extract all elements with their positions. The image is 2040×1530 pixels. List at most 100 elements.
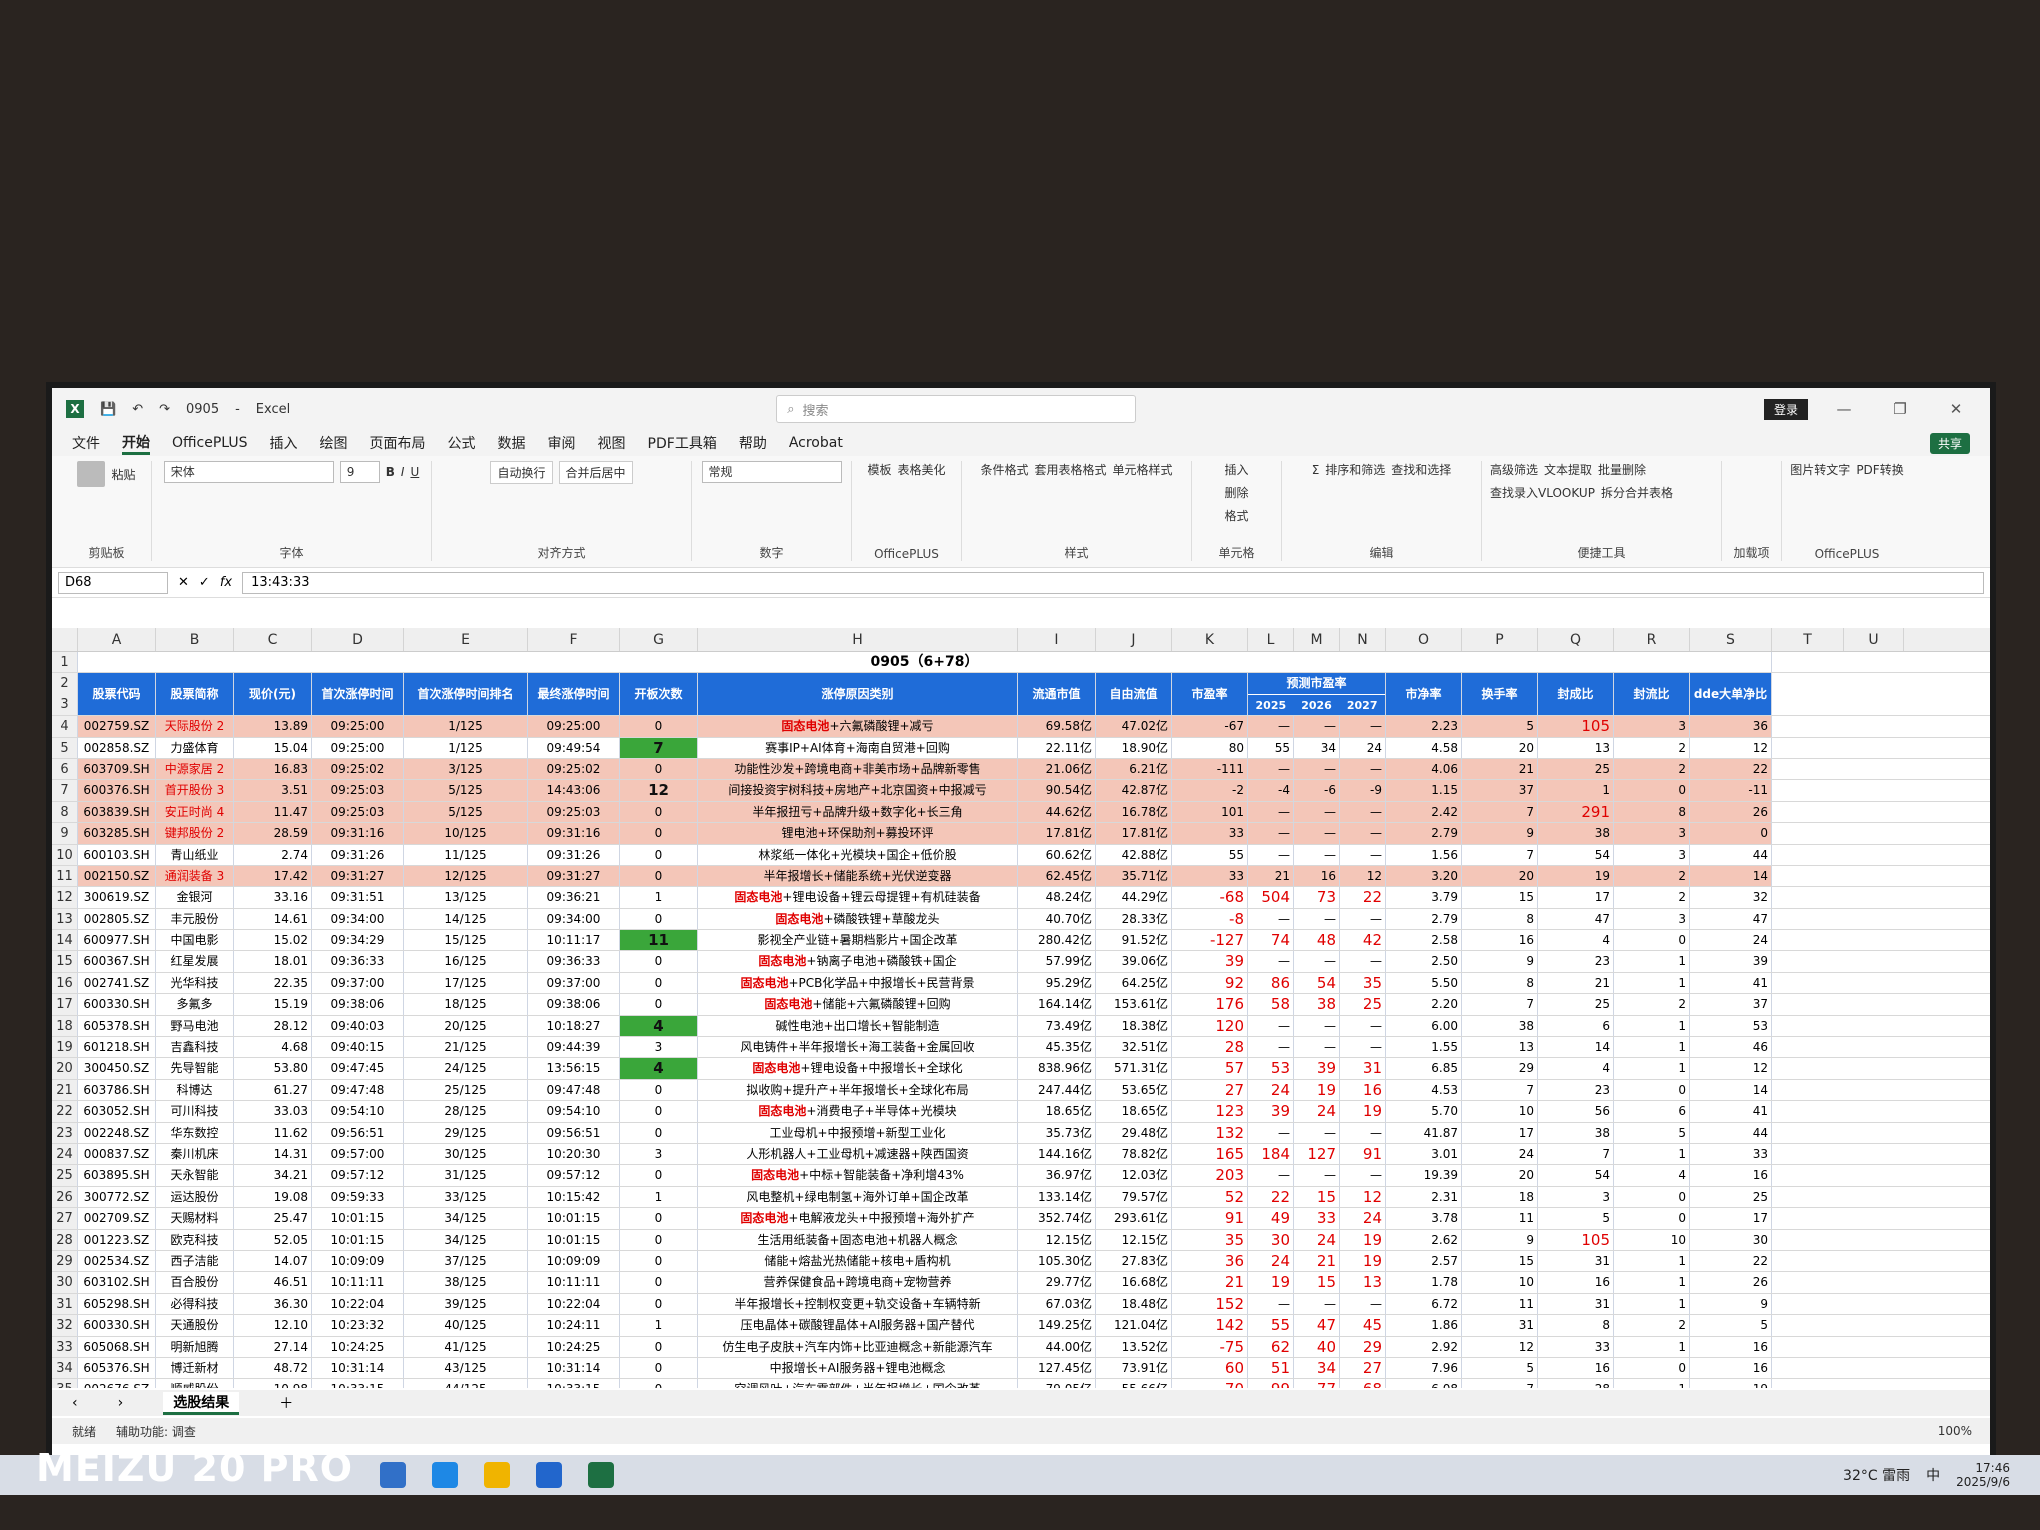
table-cell[interactable]: 47.02亿 xyxy=(1096,716,1172,737)
table-cell[interactable]: 7 xyxy=(1462,1079,1538,1101)
sum-icon[interactable]: Σ xyxy=(1312,463,1320,477)
table-cell[interactable]: 29 xyxy=(1462,1058,1538,1079)
table-cell[interactable]: 09:37:00 xyxy=(528,972,620,994)
column-header[interactable]: B xyxy=(156,628,234,651)
table-cell[interactable]: 09:49:54 xyxy=(528,737,620,758)
table-cell[interactable]: 2 xyxy=(1614,1315,1690,1336)
share-button[interactable]: 共享 xyxy=(1929,432,1970,454)
addin-label[interactable]: 加载项 xyxy=(1733,544,1769,561)
table-cell[interactable]: 603786.SH xyxy=(78,1079,156,1101)
table-cell[interactable]: 4 xyxy=(1538,1058,1614,1079)
table-cell[interactable]: 15.19 xyxy=(234,994,312,1015)
table-cell[interactable]: 2.31 xyxy=(1386,1186,1462,1208)
table-cell[interactable]: 2.23 xyxy=(1386,716,1462,737)
table-cell[interactable]: 101 xyxy=(1172,801,1248,823)
table-cell[interactable]: 25 xyxy=(1690,1186,1772,1208)
table-cell[interactable]: 09:25:03 xyxy=(312,780,404,801)
table-cell[interactable]: 33.16 xyxy=(234,887,312,908)
table-cell[interactable]: 34/125 xyxy=(404,1229,528,1250)
table-cell[interactable]: 13 xyxy=(1340,1272,1386,1293)
table-cell[interactable]: 352.74亿 xyxy=(1018,1208,1096,1229)
menu-tab[interactable]: 插入 xyxy=(270,433,298,453)
table-cell[interactable]: 16.68亿 xyxy=(1096,1272,1172,1293)
table-cell[interactable]: 14.61 xyxy=(234,908,312,930)
table-cell[interactable]: 5 xyxy=(1462,716,1538,737)
table-cell[interactable]: 300619.SZ xyxy=(78,887,156,908)
find-select-button[interactable]: 查找和选择 xyxy=(1391,461,1451,478)
table-cell[interactable]: 12.10 xyxy=(234,1315,312,1336)
table-cell[interactable]: 58 xyxy=(1248,994,1294,1015)
table-cell[interactable]: 41 xyxy=(1690,972,1772,994)
table-cell[interactable]: 3.78 xyxy=(1386,1208,1462,1229)
row-number[interactable]: 1 xyxy=(52,652,78,673)
table-cell[interactable]: 133.14亿 xyxy=(1018,1186,1096,1208)
table-cell[interactable]: 0 xyxy=(620,758,698,780)
reason-cell[interactable]: 半年报增长+控制权变更+轨交设备+车辆特新 xyxy=(698,1293,1018,1315)
table-cell[interactable]: 10:24:25 xyxy=(312,1336,404,1357)
table-cell[interactable]: 600103.SH xyxy=(78,844,156,865)
header-cell[interactable]: 自由流值 xyxy=(1096,673,1172,716)
table-cell[interactable]: 17 xyxy=(1690,1208,1772,1229)
table-cell[interactable]: 17/125 xyxy=(404,972,528,994)
table-cell[interactable]: 5 xyxy=(1614,1122,1690,1143)
table-cell[interactable]: 105 xyxy=(1538,1229,1614,1250)
table-cell[interactable]: 30 xyxy=(1690,1229,1772,1250)
table-cell[interactable]: 41.87 xyxy=(1386,1122,1462,1143)
table-cell[interactable]: 10:01:15 xyxy=(312,1208,404,1229)
table-cell[interactable]: 39 xyxy=(1248,1101,1294,1122)
table-cell[interactable]: 2 xyxy=(1614,887,1690,908)
table-cell[interactable]: 16 xyxy=(1462,930,1538,951)
table-cell[interactable]: 54 xyxy=(1538,844,1614,865)
table-cell[interactable]: 28.12 xyxy=(234,1015,312,1037)
column-header[interactable]: F xyxy=(528,628,620,651)
table-cell[interactable]: 44/125 xyxy=(404,1379,528,1388)
table-cell[interactable]: 35.73亿 xyxy=(1018,1122,1096,1143)
table-cell[interactable]: 2.20 xyxy=(1386,994,1462,1015)
table-cell[interactable]: 33 xyxy=(1172,865,1248,887)
table-cell[interactable]: 3.51 xyxy=(234,780,312,801)
table-cell[interactable]: 09:25:02 xyxy=(312,758,404,780)
header-cell[interactable]: 市净率 xyxy=(1386,673,1462,716)
table-cell[interactable]: 002805.SZ xyxy=(78,908,156,930)
table-cell[interactable]: 8 xyxy=(1462,908,1538,930)
table-cell[interactable]: 29.48亿 xyxy=(1096,1122,1172,1143)
table-cell[interactable]: 74 xyxy=(1248,930,1294,951)
table-cell[interactable]: 天永智能 xyxy=(156,1165,234,1186)
table-cell[interactable]: 19.08 xyxy=(234,1186,312,1208)
table-cell[interactable]: 56 xyxy=(1538,1101,1614,1122)
table-cell[interactable]: 28.33亿 xyxy=(1096,908,1172,930)
number-format-select[interactable]: 常规 xyxy=(701,461,842,483)
table-cell[interactable]: 42.87亿 xyxy=(1096,780,1172,801)
table-cell[interactable]: 64.25亿 xyxy=(1096,972,1172,994)
table-cell[interactable]: 09:47:48 xyxy=(312,1079,404,1101)
add-sheet-icon[interactable]: ＋ xyxy=(279,1393,293,1413)
table-cell[interactable]: 78.82亿 xyxy=(1096,1144,1172,1165)
table-cell[interactable]: 09:31:16 xyxy=(312,823,404,844)
table-cell[interactable]: 21.06亿 xyxy=(1018,758,1096,780)
table-cell[interactable]: 2.79 xyxy=(1386,823,1462,844)
row-number[interactable]: 20 xyxy=(52,1058,78,1079)
table-cell[interactable]: 19 xyxy=(1294,1079,1340,1101)
table-cell[interactable]: 164.14亿 xyxy=(1018,994,1096,1015)
table-cell[interactable]: 27.14 xyxy=(234,1336,312,1357)
table-cell[interactable]: 金银河 xyxy=(156,887,234,908)
table-cell[interactable]: 13 xyxy=(1538,737,1614,758)
reason-cell[interactable]: 空调风叶+汽车零部件+半年报增长+国企改革 xyxy=(698,1379,1018,1388)
table-cell[interactable]: 45.35亿 xyxy=(1018,1037,1096,1058)
table-cell[interactable]: 12 xyxy=(1690,737,1772,758)
table-cell[interactable]: 153.61亿 xyxy=(1096,994,1172,1015)
reason-cell[interactable]: 拟收购+提升产+半年报增长+全球化布局 xyxy=(698,1079,1018,1101)
table-cell[interactable]: 26 xyxy=(1690,801,1772,823)
table-cell[interactable]: 52.05 xyxy=(234,1229,312,1250)
text-extract-button[interactable]: 文本提取 xyxy=(1544,461,1592,478)
table-cell[interactable]: 10:24:25 xyxy=(528,1336,620,1357)
table-cell[interactable]: — xyxy=(1248,1165,1294,1186)
column-header[interactable]: U xyxy=(1844,628,1904,651)
table-cell[interactable]: 176 xyxy=(1172,994,1248,1015)
column-header[interactable]: N xyxy=(1340,628,1386,651)
table-cell[interactable]: 2 xyxy=(1614,758,1690,780)
table-cell[interactable]: 3 xyxy=(1614,908,1690,930)
table-cell[interactable]: 20 xyxy=(1462,1165,1538,1186)
table-cell[interactable]: 293.61亿 xyxy=(1096,1208,1172,1229)
table-cell[interactable]: 0 xyxy=(620,1165,698,1186)
